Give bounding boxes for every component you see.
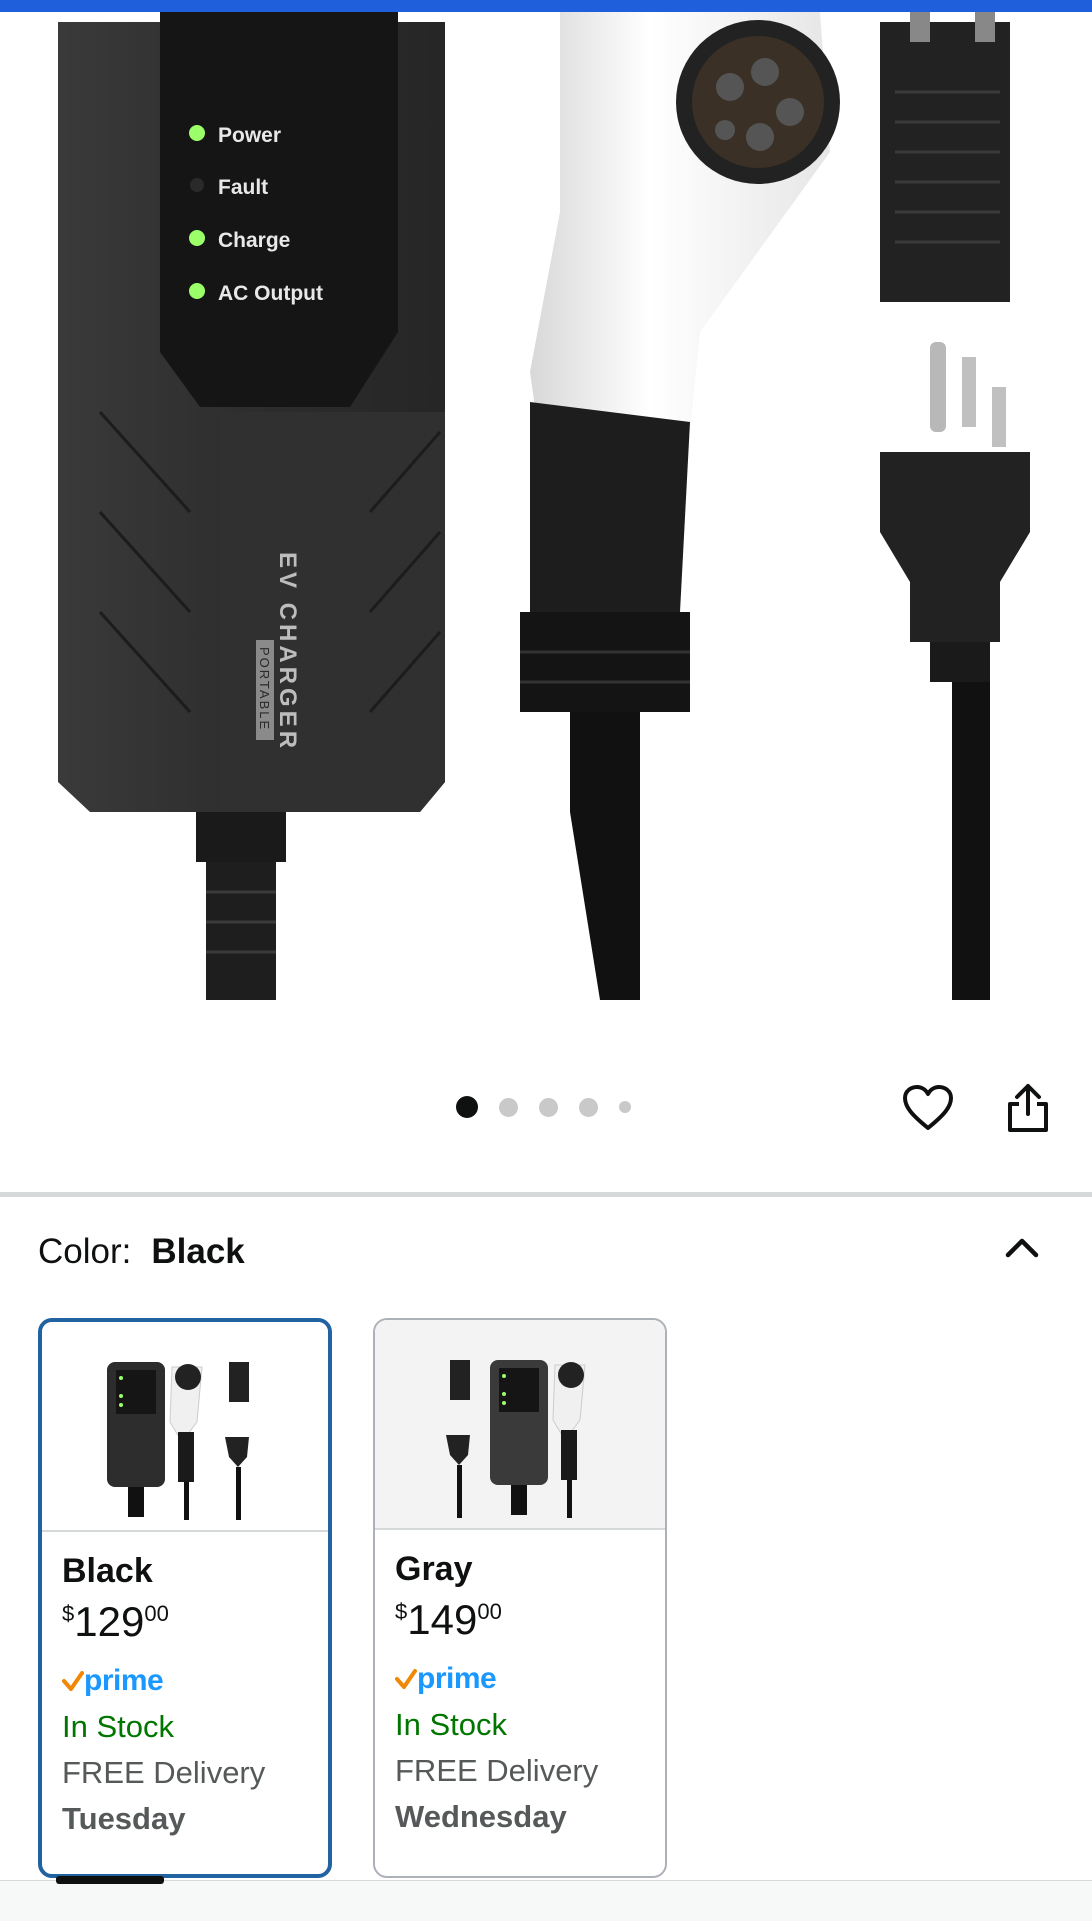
share-icon: [1008, 1084, 1048, 1132]
delivery-day: Tuesday: [62, 1801, 186, 1836]
brand-text: EV CHARGER: [274, 552, 301, 752]
charger-control-box: Power Fault Charge AC Output EV CHARGER …: [58, 12, 445, 1000]
led-label-ac-output: AC Output: [218, 282, 323, 305]
stock-status: In Stock: [62, 1709, 174, 1744]
swatch-price: $12900: [62, 1598, 169, 1645]
chevron-up-icon: [1005, 1238, 1039, 1258]
swatch-thumbnail: [42, 1322, 328, 1532]
charging-connector: [520, 12, 840, 1000]
top-bar: [0, 0, 1092, 12]
brand-subtext: PORTABLE: [257, 647, 272, 731]
prime-check-icon: [62, 1671, 84, 1691]
swatch-thumbnail: [375, 1320, 665, 1530]
wall-plug: [880, 342, 1030, 1000]
nav-indicator: [56, 1876, 164, 1884]
collapse-color-button[interactable]: [1000, 1225, 1044, 1269]
wishlist-button[interactable]: [900, 1080, 956, 1136]
carousel-dot-1[interactable]: [456, 1096, 478, 1118]
carousel-dot-3[interactable]: [539, 1097, 558, 1117]
plug-adapter: [880, 12, 1010, 302]
color-selector-header: Color: Black: [38, 1232, 245, 1272]
color-swatch-gray[interactable]: Gray $14900 prime In Stock FREE Delivery…: [373, 1318, 667, 1878]
stock-status: In Stock: [395, 1707, 507, 1742]
led-label-fault: Fault: [218, 176, 268, 199]
swatch-name: Gray: [395, 1550, 473, 1588]
swatch-price: $14900: [395, 1596, 502, 1643]
prime-check-icon: [395, 1669, 417, 1689]
carousel-dot-4[interactable]: [579, 1097, 598, 1117]
led-label-charge: Charge: [218, 229, 290, 252]
product-image[interactable]: Power Fault Charge AC Output EV CHARGER …: [0, 12, 1092, 1000]
prime-badge: prime: [62, 1661, 328, 1701]
color-value: Black: [151, 1232, 245, 1271]
color-label: Color:: [38, 1232, 132, 1271]
carousel-dot-5[interactable]: [619, 1101, 631, 1113]
section-divider: [0, 1192, 1092, 1197]
delivery-text: FREE Delivery: [395, 1753, 599, 1788]
delivery-text: FREE Delivery: [62, 1755, 266, 1790]
swatch-name: Black: [62, 1552, 153, 1590]
prime-badge: prime: [395, 1659, 665, 1699]
color-swatch-black[interactable]: Black $12900 prime In Stock FREE Deliver…: [38, 1318, 332, 1878]
carousel-indicator[interactable]: [456, 1096, 631, 1118]
led-label-power: Power: [218, 124, 281, 147]
heart-icon: [903, 1085, 953, 1130]
carousel-dot-2[interactable]: [499, 1097, 518, 1117]
share-button[interactable]: [1000, 1080, 1056, 1136]
delivery-day: Wednesday: [395, 1799, 567, 1834]
bottom-nav-bar: [0, 1880, 1092, 1921]
